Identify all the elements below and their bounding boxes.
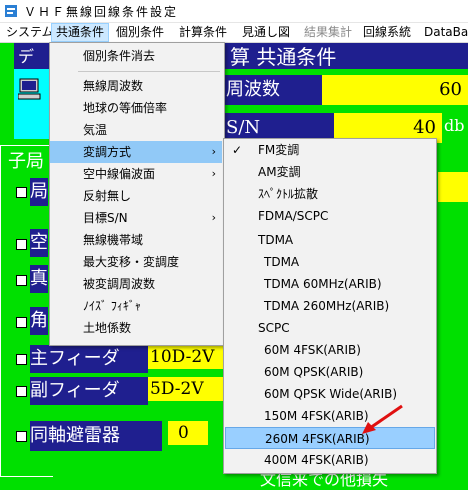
menu-item-60m-4fsk[interactable]: 60M 4FSK(ARIB) (224, 339, 436, 361)
frequency-label: 周波数 (222, 75, 326, 105)
menu-item-max-deviation[interactable]: 最大変移・変調度 (50, 251, 224, 273)
submenu-arrow-icon: › (211, 211, 216, 224)
menu-common-conditions[interactable]: 共通条件 (51, 23, 110, 42)
menu-item-label: AM変調 (258, 165, 301, 179)
menu-item-400m-4fsk[interactable]: 400M 4FSK(ARIB) (224, 449, 436, 471)
menu-item-modulation[interactable]: 変調方式 › (50, 141, 222, 163)
menu-item-tdma-260mhz[interactable]: TDMA 260MHz(ARIB) (224, 295, 436, 317)
menu-item-terrain-factor[interactable]: 土地係数 (50, 317, 224, 339)
checkbox-main-feeder[interactable] (16, 354, 27, 365)
menu-item-am[interactable]: AM変調 (224, 161, 436, 183)
menu-item-label: 反射無し (83, 189, 132, 203)
menu-item-label: ﾉｲｽﾞ ﾌｨｷﾞｬ (83, 299, 141, 313)
menu-item-label: 目標S/N (83, 211, 128, 225)
menu-item-label: SCPC (258, 321, 290, 335)
menu-item-no-reflection[interactable]: 反射無し (50, 185, 224, 207)
menu-individual-conditions[interactable]: 個別条件 (112, 23, 168, 42)
true-label: 真 (30, 265, 48, 293)
menu-item-label: 400M 4FSK(ARIB) (264, 453, 369, 467)
menu-item-modulated-frequency[interactable]: 被変調周波数 (50, 273, 224, 295)
section-title: 算 共通条件 (230, 45, 337, 69)
window-title: ＶＨＦ無線回線条件設定 (24, 5, 179, 19)
menu-bar: システム 共通条件 個別条件 計算条件 見通し図 結果集計 回線系統 DataB… (0, 23, 468, 43)
menu-item-tdma-60mhz[interactable]: TDMA 60MHz(ARIB) (224, 273, 436, 295)
menu-item-label: 最大変移・変調度 (83, 255, 180, 269)
menu-item-temperature[interactable]: 気温 (50, 119, 224, 141)
menu-database[interactable]: DataBase (420, 23, 468, 42)
menu-system[interactable]: システム (2, 23, 58, 42)
checkbox-air[interactable] (16, 239, 27, 250)
menu-calc-conditions[interactable]: 計算条件 (175, 23, 231, 42)
menu-item-label: TDMA (258, 233, 294, 247)
check-icon: ✓ (232, 143, 243, 157)
menu-item-label: ｽﾍﾟｸﾄﾙ拡散 (258, 187, 319, 201)
menu-item-label: 個別条件消去 (83, 49, 156, 63)
arrester-label: 同軸避雷器 (30, 421, 162, 451)
menu-item-label: TDMA 60MHz(ARIB) (264, 277, 382, 291)
main-feeder-label: 主フィーダ (30, 345, 148, 373)
app-icon (5, 5, 17, 17)
menu-item-radio-frequency[interactable]: 無線周波数 (50, 75, 224, 97)
arrester-field[interactable]: 0 (168, 421, 208, 445)
menu-item-label: 60M QPSK Wide(ARIB) (264, 387, 398, 401)
angle-label: 角 (30, 307, 48, 335)
sub-feeder-field[interactable]: 5D-2V (148, 377, 226, 401)
station-field-edge[interactable] (438, 172, 468, 202)
section-title-fragment: デ (18, 47, 35, 66)
air-label: 空 (30, 229, 48, 257)
substation-title: 子局 (8, 151, 44, 172)
checkbox-sub-feeder[interactable] (16, 386, 27, 397)
station-label: 局 (30, 178, 48, 206)
menu-item-tdma[interactable]: TDMA (224, 251, 436, 273)
submenu-arrow-icon: › (211, 167, 216, 180)
menu-item-label: FM変調 (258, 143, 300, 157)
menu-item-label: 260M 4FSK(ARIB) (265, 432, 370, 446)
menu-item-spread-spectrum[interactable]: ｽﾍﾟｸﾄﾙ拡散 (224, 183, 436, 205)
menu-group-scpc: SCPC (224, 317, 436, 339)
checkbox-arrester[interactable] (16, 431, 27, 442)
menu-item-label: FDMA/SCPC (258, 209, 329, 223)
submenu-arrow-icon: › (211, 145, 216, 158)
menu-item-60m-qpsk[interactable]: 60M QPSK(ARIB) (224, 361, 436, 383)
menu-item-polarization[interactable]: 空中線偏波面 › (50, 163, 222, 185)
sn-unit: db (444, 116, 465, 135)
menu-item-label: 土地係数 (83, 321, 132, 335)
menu-item-fm[interactable]: ✓ FM変調 (224, 139, 436, 161)
menu-item-earth-factor[interactable]: 地球の等価倍率 (50, 97, 224, 119)
menu-item-label: TDMA (264, 255, 300, 269)
frequency-field[interactable]: 60 (322, 75, 468, 105)
menu-item-label: 60M QPSK(ARIB) (264, 365, 364, 379)
menu-item-noise-figure[interactable]: ﾉｲｽﾞ ﾌｨｷﾞｬ (50, 295, 224, 317)
menu-item-clear-individual[interactable]: 個別条件消去 (50, 45, 224, 67)
checkbox-true[interactable] (16, 275, 27, 286)
annotation-arrow-icon (362, 404, 403, 434)
checkbox-angle[interactable] (16, 317, 27, 328)
menu-line-of-sight[interactable]: 見通し図 (238, 23, 294, 42)
title-bar: ＶＨＦ無線回線条件設定 (0, 0, 468, 23)
menu-item-label: 空中線偏波面 (83, 167, 156, 181)
menu-item-label: 気温 (83, 123, 108, 137)
menu-item-label: 無線周波数 (83, 79, 144, 93)
menu-separator (78, 71, 220, 72)
menu-item-target-sn[interactable]: 目標S/N › (50, 207, 222, 229)
sub-feeder-label: 副フィーダ (30, 377, 148, 405)
menu-item-label: 150M 4FSK(ARIB) (264, 409, 369, 423)
menu-item-label: 被変調周波数 (83, 277, 156, 291)
main-feeder-field[interactable]: 10D-2V (148, 345, 226, 369)
menu-group-tdma: TDMA (224, 229, 436, 251)
menu-item-label: 変調方式 (83, 145, 132, 159)
common-conditions-menu: 個別条件消去 無線周波数 地球の等価倍率 気温 変調方式 › 空中線偏波面 › 反射… (49, 42, 225, 346)
menu-item-label: 地球の等価倍率 (83, 101, 168, 115)
menu-item-label: 60M 4FSK(ARIB) (264, 343, 361, 357)
menu-item-fdma-scpc[interactable]: FDMA/SCPC (224, 205, 436, 227)
menu-item-bandwidth[interactable]: 無線機帯域 (50, 229, 224, 251)
menu-item-label: TDMA 260MHz(ARIB) (264, 299, 390, 313)
menu-item-label: 無線機帯域 (83, 233, 144, 247)
menu-line-system[interactable]: 回線系統 (359, 23, 415, 42)
computer-icon (18, 78, 41, 100)
checkbox-station[interactable] (16, 187, 27, 198)
menu-results-summary[interactable]: 結果集計 (300, 23, 356, 42)
